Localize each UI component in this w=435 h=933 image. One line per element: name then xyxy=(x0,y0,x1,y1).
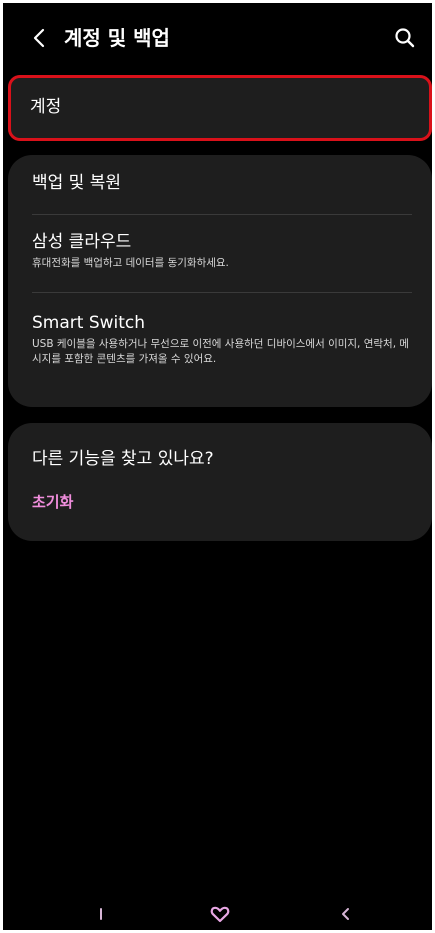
reset-link[interactable]: 초기화 xyxy=(32,491,73,513)
recents-button[interactable] xyxy=(89,902,113,926)
backup-restore-title: 백업 및 복원 xyxy=(32,173,122,193)
divider xyxy=(32,214,412,215)
smart-switch-subtitle: USB 케이블을 사용하거나 무선으로 이전에 사용하던 디바이스에서 이미지,… xyxy=(32,338,410,365)
account-item[interactable]: 계정 xyxy=(8,75,432,141)
suggestions-title: 다른 기능을 찾고 있나요? xyxy=(32,449,214,469)
home-heart-icon xyxy=(208,902,232,926)
back-button[interactable] xyxy=(25,23,55,53)
samsung-cloud-subtitle: 휴대전화를 백업하고 데이터를 동기화하세요. xyxy=(32,257,229,269)
back-icon xyxy=(334,902,358,926)
navigation-bar xyxy=(3,898,432,930)
page-title: 계정 및 백업 xyxy=(64,26,170,50)
backup-section-card: 백업 및 복원 삼성 클라우드 휴대전화를 백업하고 데이터를 동기화하세요. … xyxy=(8,155,432,407)
home-button[interactable] xyxy=(208,902,232,926)
suggestions-card: 다른 기능을 찾고 있나요? 초기화 xyxy=(8,423,432,541)
account-label: 계정 xyxy=(30,97,62,117)
samsung-cloud-item[interactable]: 삼성 클라우드 휴대전화를 백업하고 데이터를 동기화하세요. xyxy=(32,230,412,271)
recents-icon xyxy=(89,902,113,926)
smart-switch-item[interactable]: Smart Switch USB 케이블을 사용하거나 무선으로 이전에 사용하… xyxy=(32,311,412,367)
smart-switch-title: Smart Switch xyxy=(32,313,146,333)
samsung-cloud-title: 삼성 클라우드 xyxy=(32,232,132,252)
divider xyxy=(32,292,412,293)
nav-back-button[interactable] xyxy=(334,902,358,926)
chevron-left-icon xyxy=(25,23,55,53)
backup-restore-item[interactable]: 백업 및 복원 xyxy=(32,171,412,195)
search-icon xyxy=(392,28,418,55)
app-header: 계정 및 백업 xyxy=(3,3,432,73)
search-button[interactable] xyxy=(392,25,418,51)
settings-screen: 계정 및 백업 계정 백업 및 복원 삼성 클라우드 휴대전화를 백업하고 데이… xyxy=(3,3,432,930)
